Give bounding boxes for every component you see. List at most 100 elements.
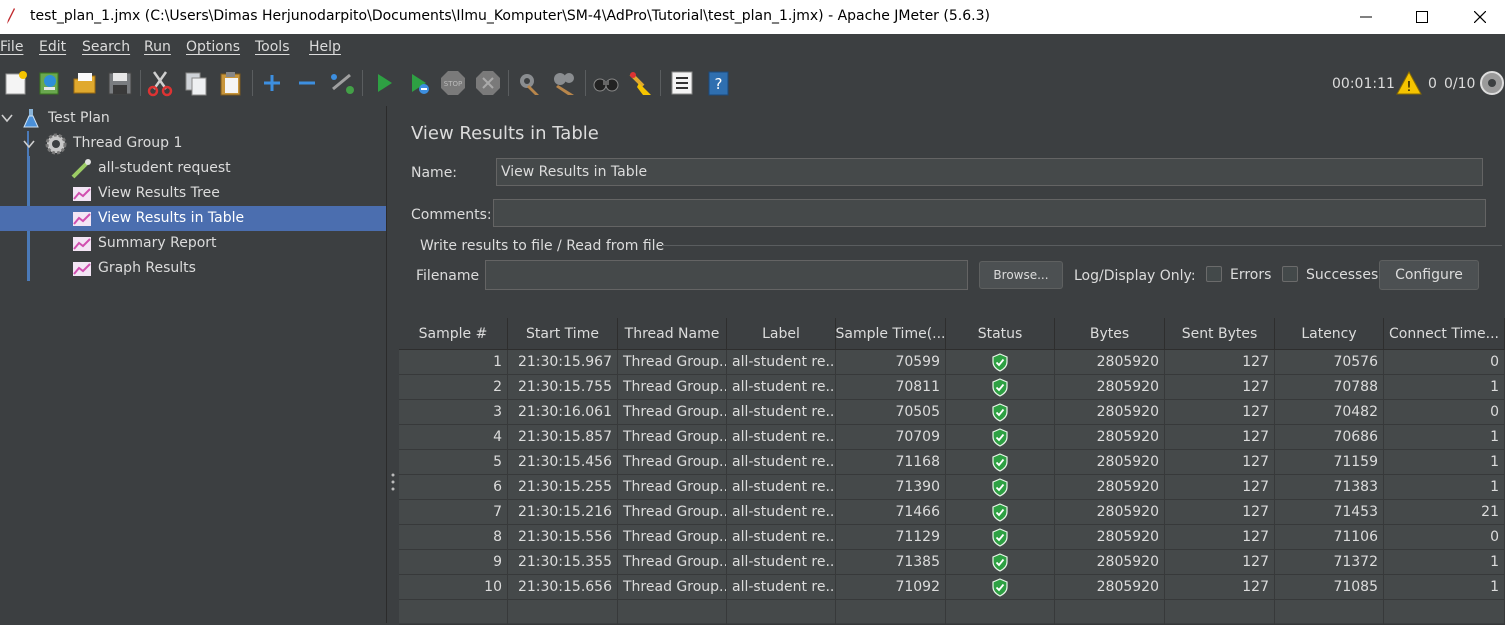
svg-text:!: !: [1406, 80, 1411, 95]
maximize-button[interactable]: [1399, 0, 1445, 34]
paste-icon[interactable]: [217, 69, 245, 97]
col-latency-header[interactable]: Latency: [1275, 318, 1384, 350]
collapse-icon[interactable]: [293, 69, 321, 97]
col-latency-cell: 71085: [1275, 575, 1384, 600]
tree-item-graph-results[interactable]: Graph Results: [0, 256, 386, 281]
table-row[interactable]: 2 21:30:15.755 Thread Group... all-student …: [399, 375, 1505, 400]
empty-cell: [618, 600, 727, 625]
table-row[interactable]: 3 21:30:16.061 Thread Group... all-student …: [399, 400, 1505, 425]
menu-tools[interactable]: Tools: [255, 39, 290, 55]
browse-button[interactable]: Browse...: [979, 261, 1063, 289]
open-icon[interactable]: [71, 69, 99, 97]
col-thread-name-header[interactable]: Thread Name: [618, 318, 727, 350]
col-connect-time-cell: 0: [1384, 525, 1505, 550]
col-label-header[interactable]: Label: [727, 318, 836, 350]
table-row[interactable]: 7 21:30:15.216 Thread Group... all-student …: [399, 500, 1505, 525]
table-row[interactable]: 5 21:30:15.456 Thread Group... all-student …: [399, 450, 1505, 475]
menu-search[interactable]: Search: [82, 39, 130, 55]
success-shield-icon: [992, 353, 1008, 372]
minimize-button[interactable]: [1343, 0, 1389, 34]
help-icon[interactable]: ?: [704, 69, 732, 97]
name-field[interactable]: View Results in Table: [496, 158, 1483, 186]
menu-file[interactable]: File: [0, 39, 23, 55]
reset-search-icon[interactable]: [627, 69, 655, 97]
menu-edit[interactable]: Edit: [39, 39, 66, 55]
tree-item-view-results-tree[interactable]: View Results Tree: [0, 181, 386, 206]
table-row[interactable]: 8 21:30:15.556 Thread Group... all-student …: [399, 525, 1505, 550]
table-row[interactable]: 9 21:30:15.355 Thread Group... all-student …: [399, 550, 1505, 575]
file-group-title: Write results to file / Read from file: [420, 238, 665, 254]
col-sample-time-header[interactable]: Sample Time(...: [836, 318, 946, 350]
toolbar-separator: [508, 70, 509, 96]
errors-checkbox[interactable]: [1206, 266, 1222, 282]
tree-item-label: Test Plan: [48, 110, 110, 126]
col-label-cell: all-student re...: [727, 400, 836, 425]
menu-options[interactable]: Options: [186, 39, 240, 55]
table-row[interactable]: 4 21:30:15.857 Thread Group... all-student …: [399, 425, 1505, 450]
start-icon[interactable]: [370, 69, 398, 97]
col-bytes-header[interactable]: Bytes: [1055, 318, 1165, 350]
col-thread-name-cell: Thread Group...: [618, 475, 727, 500]
col-start-time-header[interactable]: Start Time: [508, 318, 618, 350]
col-connect-time-header[interactable]: Connect Time...: [1384, 318, 1505, 350]
configure-button[interactable]: Configure: [1379, 260, 1479, 290]
col-sent-bytes-cell: 127: [1165, 525, 1275, 550]
function-helper-icon[interactable]: [668, 69, 696, 97]
col-bytes-cell: 2805920: [1055, 525, 1165, 550]
menu-run[interactable]: Run: [144, 39, 171, 55]
copy-icon[interactable]: [182, 69, 210, 97]
stop-icon[interactable]: STOP: [439, 69, 467, 97]
tree-item-thread-group[interactable]: Thread Group 1: [0, 131, 386, 156]
tree-item-view-results-table[interactable]: View Results in Table: [0, 206, 386, 231]
table-row[interactable]: 6 21:30:15.255 Thread Group... all-student …: [399, 475, 1505, 500]
tree-item-test-plan[interactable]: Test Plan: [0, 106, 386, 131]
toolbar-separator: [660, 70, 661, 96]
comments-field[interactable]: [493, 199, 1486, 227]
table-row[interactable]: 10 21:30:15.656 Thread Group... all-student…: [399, 575, 1505, 600]
close-button[interactable]: [1457, 0, 1503, 34]
col-status-cell: [946, 525, 1055, 550]
col-sent-bytes-cell: 127: [1165, 475, 1275, 500]
col-sample-cell: 10: [399, 575, 508, 600]
clear-all-icon[interactable]: [550, 69, 578, 97]
filename-field[interactable]: [485, 260, 968, 290]
col-sample-time-cell: 71466: [836, 500, 946, 525]
tree-item-label: Graph Results: [98, 260, 196, 276]
search-icon[interactable]: [592, 69, 620, 97]
col-sample-header[interactable]: Sample #: [399, 318, 508, 350]
warning-icon[interactable]: !: [1396, 71, 1422, 95]
empty-cell: [1384, 600, 1505, 625]
col-status-header[interactable]: Status: [946, 318, 1055, 350]
clear-icon[interactable]: [515, 69, 543, 97]
errors-label: Errors: [1230, 267, 1272, 283]
expand-icon[interactable]: [258, 69, 286, 97]
toggle-icon[interactable]: [328, 69, 356, 97]
col-start-time-cell: 21:30:15.255: [508, 475, 618, 500]
split-pane-divider[interactable]: [386, 106, 399, 623]
tree-item-http-request[interactable]: all-student request: [0, 156, 386, 181]
empty-cell: [836, 600, 946, 625]
cut-icon[interactable]: [146, 69, 174, 97]
save-icon[interactable]: [106, 69, 134, 97]
col-sent-bytes-header[interactable]: Sent Bytes: [1165, 318, 1275, 350]
new-icon[interactable]: [3, 69, 31, 97]
col-start-time-cell: 21:30:15.216: [508, 500, 618, 525]
table-row[interactable]: 1 21:30:15.967 Thread Group... all-student …: [399, 350, 1505, 375]
col-thread-name-cell: Thread Group...: [618, 575, 727, 600]
shutdown-icon[interactable]: [474, 69, 502, 97]
successes-checkbox[interactable]: [1282, 266, 1298, 282]
elapsed-time: 00:01:11: [1332, 76, 1395, 92]
col-sent-bytes-cell: 127: [1165, 575, 1275, 600]
templates-icon[interactable]: [36, 69, 64, 97]
col-connect-time-cell: 1: [1384, 475, 1505, 500]
success-shield-icon: [992, 528, 1008, 547]
pipette-icon: [71, 159, 91, 179]
menu-help[interactable]: Help: [309, 39, 341, 55]
success-shield-icon: [992, 478, 1008, 497]
col-thread-name-cell: Thread Group...: [618, 450, 727, 475]
success-shield-icon: [992, 553, 1008, 572]
col-sample-cell: 6: [399, 475, 508, 500]
col-start-time-cell: 21:30:16.061: [508, 400, 618, 425]
tree-item-summary-report[interactable]: Summary Report: [0, 231, 386, 256]
start-no-pause-icon[interactable]: [405, 69, 433, 97]
